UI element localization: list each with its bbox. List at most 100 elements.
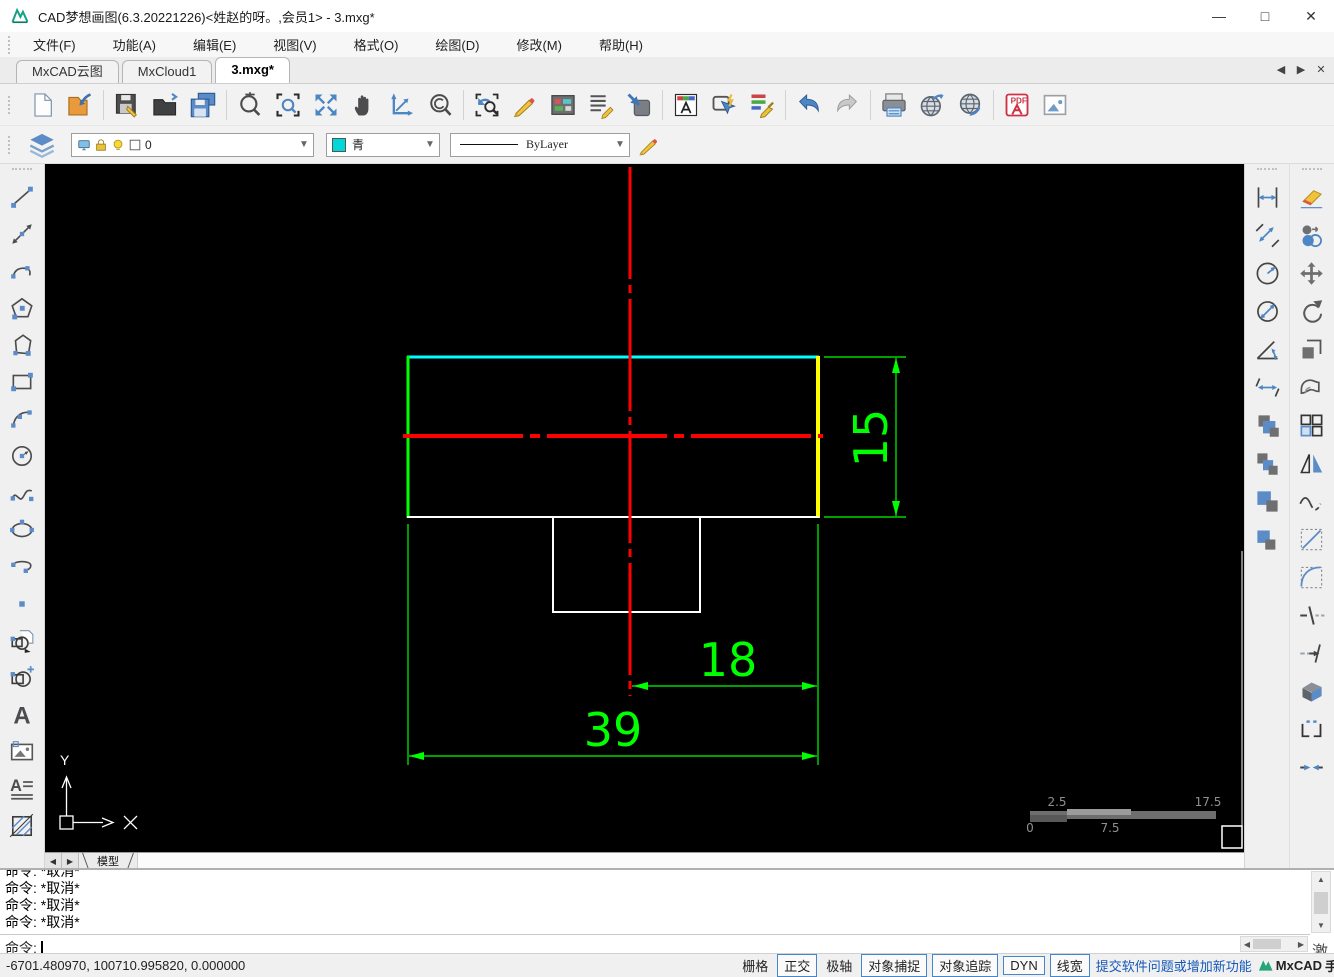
color-combo[interactable]: 青 ▼ <box>326 132 440 157</box>
undo-button[interactable] <box>790 86 828 124</box>
close-button[interactable]: ✕ <box>1288 1 1334 32</box>
menu-item-绘图(D)[interactable]: 绘图(D) <box>425 33 489 56</box>
dim-block-c-button[interactable] <box>1250 485 1284 518</box>
rectangle-button[interactable] <box>5 365 39 398</box>
join-button[interactable] <box>1295 751 1329 784</box>
dim-block-a-button[interactable] <box>1250 409 1284 442</box>
line-button[interactable] <box>5 180 39 213</box>
tab-MxCAD云图[interactable]: MxCAD云图 <box>16 60 119 83</box>
save-all-button[interactable] <box>184 86 222 124</box>
scroll-up-icon[interactable]: ▲ <box>1312 872 1330 886</box>
menu-item-格式(O)[interactable]: 格式(O) <box>344 33 409 56</box>
fillet-button[interactable] <box>1295 561 1329 594</box>
menu-item-功能(A)[interactable]: 功能(A) <box>103 33 166 56</box>
chevron-down-icon[interactable]: ▼ <box>295 139 313 150</box>
scroll-left-icon[interactable]: ◀ <box>1241 940 1253 949</box>
maximize-button[interactable]: □ <box>1242 1 1288 32</box>
explode-button[interactable] <box>1295 675 1329 708</box>
scroll-down-icon[interactable]: ▼ <box>1312 918 1330 932</box>
zoom-extents-button[interactable] <box>307 86 345 124</box>
layer-stack-button[interactable] <box>23 126 61 164</box>
rotate-button[interactable] <box>1295 295 1329 328</box>
layer-manager-button[interactable] <box>667 86 705 124</box>
status-toggle-极轴[interactable]: 极轴 <box>822 955 856 976</box>
status-toggle-对象追踪[interactable]: 对象追踪 <box>932 954 999 977</box>
point-button[interactable] <box>5 587 39 620</box>
new-file-button[interactable] <box>23 86 61 124</box>
menu-item-视图(V)[interactable]: 视图(V) <box>263 33 326 56</box>
layer-combo[interactable]: 0 ▼ <box>71 132 314 157</box>
layout-next-button[interactable]: ▶ <box>62 853 79 869</box>
menu-item-帮助(H)[interactable]: 帮助(H) <box>589 33 653 56</box>
erase-button[interactable] <box>1295 181 1329 214</box>
circle-button[interactable] <box>5 439 39 472</box>
extend-button[interactable] <box>1295 637 1329 670</box>
model-tab[interactable]: 模型 <box>79 853 137 869</box>
pdf-export-button[interactable]: PDF <box>998 86 1036 124</box>
image-insert-button[interactable] <box>5 735 39 768</box>
dim-block-d-button[interactable] <box>1250 523 1284 556</box>
ellipse-button[interactable] <box>5 513 39 546</box>
tab-scroll-right-icon[interactable]: ▶ <box>1294 63 1308 76</box>
mtext-button[interactable]: A <box>5 772 39 805</box>
menu-item-文件(F)[interactable]: 文件(F) <box>23 33 86 56</box>
dim-linear-button[interactable] <box>1250 181 1284 214</box>
text-button[interactable]: A <box>5 698 39 731</box>
web-publish-button[interactable] <box>913 86 951 124</box>
break-button[interactable] <box>1295 713 1329 746</box>
tab-3.mxg*[interactable]: 3.mxg* <box>215 57 290 83</box>
measure-axes-button[interactable] <box>383 86 421 124</box>
print-button[interactable] <box>875 86 913 124</box>
command-vscrollbar[interactable]: ▲ ▼ <box>1311 871 1331 933</box>
copy-button[interactable] <box>1295 219 1329 252</box>
minimize-button[interactable]: — <box>1196 1 1242 32</box>
zoom-adjust-button[interactable] <box>231 86 269 124</box>
spline-button[interactable] <box>5 476 39 509</box>
linetype-edit-button[interactable] <box>630 126 668 164</box>
color-palette-button[interactable] <box>544 86 582 124</box>
tab-scroll-left-icon[interactable]: ◀ <box>1274 63 1288 76</box>
mirror-button[interactable] <box>1295 447 1329 480</box>
status-toggle-DYN[interactable]: DYN <box>1003 956 1045 975</box>
chevron-down-icon[interactable]: ▼ <box>611 139 629 150</box>
dim-angular-button[interactable] <box>1250 333 1284 366</box>
dim-block-b-button[interactable] <box>1250 447 1284 480</box>
pan-button[interactable] <box>345 86 383 124</box>
offset-button[interactable] <box>1295 371 1329 404</box>
block-insert-button[interactable] <box>5 624 39 657</box>
dim-radius-button[interactable] <box>1250 257 1284 290</box>
zoom-window-button[interactable] <box>269 86 307 124</box>
image-export-button[interactable] <box>1036 86 1074 124</box>
text-edit-button[interactable] <box>582 86 620 124</box>
command-window[interactable]: 命令: *取消* 命令: *取消* 命令: *取消* 命令: *取消* 命令: ▲ ▼… <box>0 868 1334 961</box>
ellipse-arc-button[interactable] <box>5 550 39 583</box>
block-create-button[interactable] <box>5 661 39 694</box>
polygon-button[interactable] <box>5 291 39 324</box>
dim-diameter-button[interactable] <box>1250 295 1284 328</box>
dim-aligned-button[interactable] <box>1250 219 1284 252</box>
feedback-link[interactable]: 提交软件问题或增加新功能 <box>1096 956 1252 975</box>
status-toggle-对象捕捉[interactable]: 对象捕捉 <box>861 954 928 977</box>
match-properties-button[interactable] <box>743 86 781 124</box>
chamfer-button[interactable] <box>1295 523 1329 556</box>
command-hscrollbar[interactable]: ◀ ▶ <box>1240 936 1308 952</box>
edit-pencil-button[interactable] <box>506 86 544 124</box>
arc-button[interactable] <box>5 402 39 435</box>
web-open-button[interactable] <box>951 86 989 124</box>
chevron-down-icon[interactable]: ▼ <box>421 139 439 150</box>
page-setup-button[interactable] <box>620 86 658 124</box>
array-button[interactable] <box>1295 409 1329 442</box>
hatch-button[interactable] <box>5 809 39 842</box>
tab-MxCloud1[interactable]: MxCloud1 <box>121 60 213 83</box>
trim-button[interactable] <box>1295 599 1329 632</box>
polyline-button[interactable] <box>5 328 39 361</box>
layout-prev-button[interactable]: ◀ <box>45 853 62 869</box>
scroll-right-icon[interactable]: ▶ <box>1295 940 1307 949</box>
linetype-combo[interactable]: ByLayer ▼ <box>450 132 630 157</box>
dim-continue-button[interactable] <box>1250 371 1284 404</box>
regen-button[interactable] <box>421 86 459 124</box>
drawing-canvas[interactable]: 15 18 39 Y 2.5 17.5 0 7.5 <box>45 164 1245 852</box>
status-toggle-线宽[interactable]: 线宽 <box>1049 954 1090 977</box>
menu-item-修改(M)[interactable]: 修改(M) <box>506 33 572 56</box>
construction-line-button[interactable] <box>5 217 39 250</box>
